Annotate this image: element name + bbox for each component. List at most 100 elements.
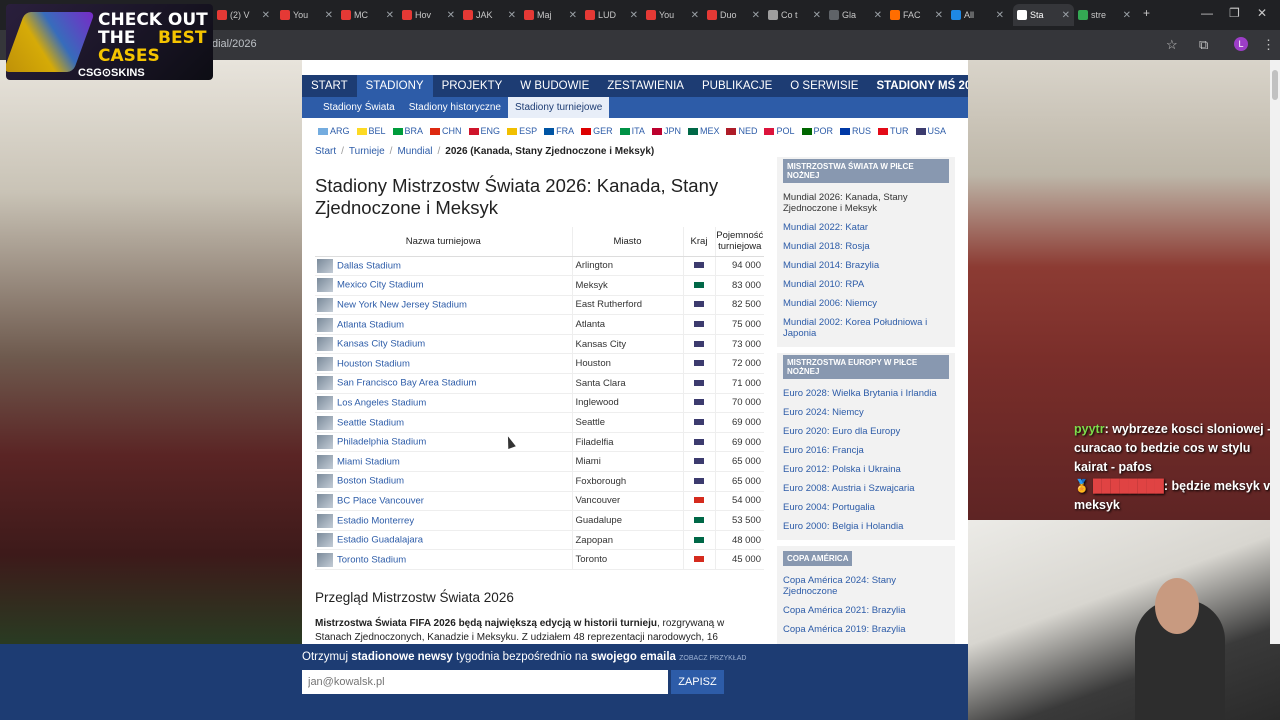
country-flag-link[interactable]: ESP xyxy=(507,126,537,136)
stadium-link[interactable]: Estadio Monterrey xyxy=(337,515,414,526)
close-window-icon[interactable]: ✕ xyxy=(1257,6,1267,20)
stadium-thumbnail[interactable] xyxy=(317,454,333,469)
stadium-link[interactable]: New York New Jersey Stadium xyxy=(337,300,467,311)
browser-tab[interactable]: You ✕ xyxy=(642,4,703,26)
country-flag-link[interactable]: ITA xyxy=(619,126,645,136)
tab-close-icon[interactable]: ✕ xyxy=(1123,10,1131,21)
tab-close-icon[interactable]: ✕ xyxy=(1062,10,1070,21)
browser-tab[interactable]: Sta ✕ xyxy=(1013,4,1074,26)
nav-item[interactable]: STADIONY xyxy=(356,75,433,97)
sidebar-item[interactable]: Mundial 2022: Katar xyxy=(783,218,949,237)
country-flag-link[interactable]: CHN xyxy=(430,126,462,136)
browser-tab[interactable]: You ✕ xyxy=(276,4,337,26)
sidebar-item[interactable]: Copa América 2021: Brazylia xyxy=(783,601,949,620)
browser-tab[interactable]: Maj ✕ xyxy=(520,4,581,26)
country-flag-link[interactable]: ENG xyxy=(468,126,500,136)
scrollbar-thumb[interactable] xyxy=(1272,70,1278,100)
stadium-link[interactable]: Dallas Stadium xyxy=(337,260,401,271)
country-flag-link[interactable]: FRA xyxy=(544,126,574,136)
stadium-link[interactable]: Estadio Guadalajara xyxy=(337,535,423,546)
sidebar-item[interactable]: Euro 2024: Niemcy xyxy=(783,403,949,422)
stadium-link[interactable]: Mexico City Stadium xyxy=(337,280,424,291)
subnav-item[interactable]: Stadiony turniejowe xyxy=(508,97,610,118)
stadium-link[interactable]: Houston Stadium xyxy=(337,358,410,369)
sidebar-item[interactable]: Mundial 2026: Kanada, Stany Zjednoczone … xyxy=(783,188,949,218)
browser-tab[interactable]: FAC ✕ xyxy=(886,4,947,26)
stadium-link[interactable]: Toronto Stadium xyxy=(337,554,406,565)
country-flag-link[interactable]: POL xyxy=(764,126,795,136)
stadium-link[interactable]: Kansas City Stadium xyxy=(337,339,425,350)
nav-item[interactable]: W BUDOWIE xyxy=(511,75,598,97)
tab-close-icon[interactable]: ✕ xyxy=(874,10,882,21)
stadium-thumbnail[interactable] xyxy=(317,356,333,371)
tab-close-icon[interactable]: ✕ xyxy=(996,10,1004,21)
browser-tab[interactable]: Co t ✕ xyxy=(764,4,825,26)
stadium-thumbnail[interactable] xyxy=(317,278,333,293)
tab-close-icon[interactable]: ✕ xyxy=(447,10,455,21)
country-flag-link[interactable]: GER xyxy=(581,126,613,136)
scrollbar[interactable] xyxy=(1270,60,1280,644)
sidebar-item[interactable]: Euro 2000: Belgia i Holandia xyxy=(783,517,949,536)
stadium-thumbnail[interactable] xyxy=(317,376,333,391)
newsletter-example-link[interactable]: ZOBACZ PRZYKŁAD xyxy=(679,655,746,662)
breadcrumb-link[interactable]: Turnieje xyxy=(349,146,385,157)
tab-close-icon[interactable]: ✕ xyxy=(386,10,394,21)
stadium-link[interactable]: BC Place Vancouver xyxy=(337,495,424,506)
sidebar-item[interactable]: Mundial 2002: Korea Południowa i Japonia xyxy=(783,313,949,343)
stadium-thumbnail[interactable] xyxy=(317,552,333,567)
sidebar-item[interactable]: Euro 2020: Euro dla Europy xyxy=(783,422,949,441)
browser-tab[interactable]: All ✕ xyxy=(947,4,1008,26)
stadium-link[interactable]: Seattle Stadium xyxy=(337,417,404,428)
stadium-thumbnail[interactable] xyxy=(317,533,333,548)
breadcrumb-link[interactable]: Start xyxy=(315,146,336,157)
sidebar-item[interactable]: Euro 2012: Polska i Ukraina xyxy=(783,460,949,479)
tab-close-icon[interactable]: ✕ xyxy=(630,10,638,21)
country-flag-link[interactable]: NED xyxy=(726,126,757,136)
stadium-thumbnail[interactable] xyxy=(317,297,333,312)
stadium-thumbnail[interactable] xyxy=(317,493,333,508)
country-flag-link[interactable]: USA xyxy=(915,126,946,136)
subnav-item[interactable]: Stadiony historyczne xyxy=(402,97,508,118)
new-tab-button[interactable]: + xyxy=(1143,6,1150,20)
sidebar-item[interactable]: Euro 2016: Francja xyxy=(783,441,949,460)
tab-close-icon[interactable]: ✕ xyxy=(691,10,699,21)
breadcrumb-link[interactable]: Mundial xyxy=(397,146,432,157)
browser-tab[interactable]: Gla ✕ xyxy=(825,4,886,26)
tab-close-icon[interactable]: ✕ xyxy=(813,10,821,21)
browser-tab[interactable]: stre ✕ xyxy=(1074,4,1135,26)
col-header-name[interactable]: Nazwa turniejowa xyxy=(315,227,572,257)
stadium-link[interactable]: San Francisco Bay Area Stadium xyxy=(337,378,476,389)
browser-tab[interactable]: JAK ✕ xyxy=(459,4,520,26)
country-flag-link[interactable]: BRA xyxy=(392,126,423,136)
stadium-thumbnail[interactable] xyxy=(317,415,333,430)
stadium-thumbnail[interactable] xyxy=(317,513,333,528)
tab-close-icon[interactable]: ✕ xyxy=(508,10,516,21)
tab-close-icon[interactable]: ✕ xyxy=(262,10,270,21)
col-header-city[interactable]: Miasto xyxy=(571,227,683,257)
browser-tab[interactable]: Duo ✕ xyxy=(703,4,764,26)
nav-item[interactable]: PROJEKTY xyxy=(433,75,512,97)
sidebar-item[interactable]: Euro 2028: Wielka Brytania i Irlandia xyxy=(783,384,949,403)
sidebar-item[interactable]: Mundial 2018: Rosja xyxy=(783,237,949,256)
nav-item[interactable]: START xyxy=(302,75,357,97)
stadium-thumbnail[interactable] xyxy=(317,337,333,352)
tab-close-icon[interactable]: ✕ xyxy=(752,10,760,21)
sidebar-item[interactable]: Euro 2008: Austria i Szwajcaria xyxy=(783,479,949,498)
sidebar-item[interactable]: Mundial 2010: RPA xyxy=(783,275,949,294)
stadium-thumbnail[interactable] xyxy=(317,435,333,450)
country-flag-link[interactable]: ARG xyxy=(318,126,350,136)
stadium-link[interactable]: Los Angeles Stadium xyxy=(337,397,426,408)
minimize-icon[interactable]: — xyxy=(1201,6,1213,20)
col-header-country[interactable]: Kraj xyxy=(682,227,715,257)
nav-item[interactable]: PUBLIKACJE xyxy=(693,75,781,97)
sidebar-item[interactable]: Mundial 2014: Brazylia xyxy=(783,256,949,275)
newsletter-email-input[interactable] xyxy=(302,670,668,694)
subscribe-button[interactable]: ZAPISZ xyxy=(671,670,724,694)
sidebar-item[interactable]: Mundial 2006: Niemcy xyxy=(783,294,949,313)
nav-item[interactable]: ZESTAWIENIA xyxy=(598,75,693,97)
url-field[interactable]: dial/2026 xyxy=(212,38,257,50)
col-header-capacity[interactable]: Pojemność turniejowa xyxy=(714,227,764,257)
stadium-thumbnail[interactable] xyxy=(317,395,333,410)
stadium-thumbnail[interactable] xyxy=(317,474,333,489)
tab-close-icon[interactable]: ✕ xyxy=(325,10,333,21)
